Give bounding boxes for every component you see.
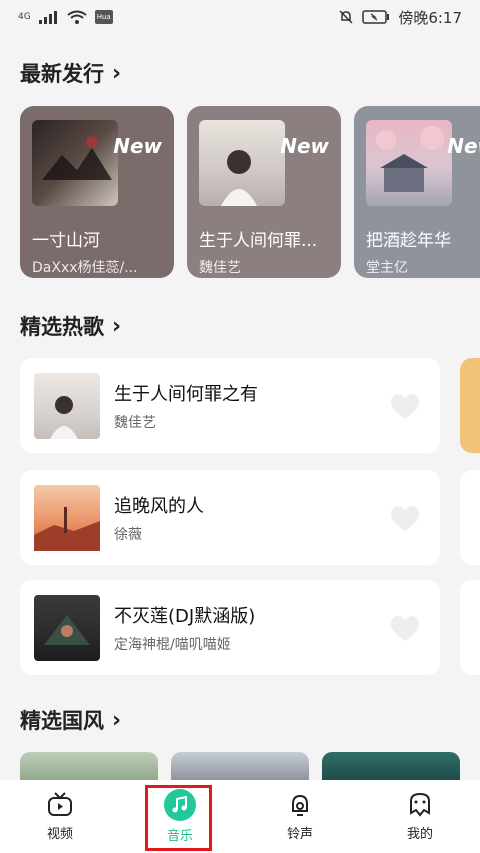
chevron-right-icon: › xyxy=(112,707,122,733)
brand-badge-text: Hua xyxy=(96,13,111,21)
tv-icon xyxy=(48,792,72,816)
heart-icon[interactable] xyxy=(388,391,422,421)
song-singer: 定海神棍/喵叽喵姬 xyxy=(114,636,231,653)
hot-songs-title: 精选热歌 xyxy=(20,315,104,339)
chevron-right-icon: › xyxy=(112,313,122,339)
release-card[interactable]: New 一寸山河 DaXxx杨佳蕊/... xyxy=(20,106,174,278)
song-meta: 生于人间何罪之有 魏佳艺 xyxy=(114,380,258,432)
song-meta: 追晚风的人 徐薇 xyxy=(114,492,204,544)
status-bar: 4G Hua 傍晚6:17 xyxy=(0,0,480,34)
nav-label: 铃声 xyxy=(286,827,313,842)
song-singer: 徐薇 xyxy=(114,526,142,543)
nav-label: 视频 xyxy=(46,827,73,842)
release-card[interactable]: New 把酒趁年华 堂主亿 xyxy=(354,106,480,278)
album-cover xyxy=(199,120,285,206)
guofeng-card[interactable] xyxy=(20,752,158,782)
guofeng-card[interactable] xyxy=(171,752,309,782)
nav-video[interactable]: 视频 xyxy=(15,791,105,842)
release-artist: 魏佳艺 xyxy=(199,260,241,276)
release-artist: 堂主亿 xyxy=(366,260,408,276)
nav-profile[interactable]: 我的 xyxy=(375,791,465,842)
nav-ringtone[interactable]: 铃声 xyxy=(255,791,345,842)
new-badge: New xyxy=(447,134,480,158)
release-title: 一寸山河 xyxy=(32,231,100,251)
mute-bell-icon xyxy=(339,10,353,24)
release-carousel[interactable]: New 一寸山河 DaXxx杨佳蕊/... New 生于人间何罪... 魏佳艺 … xyxy=(20,106,480,278)
brand-badge: Hua xyxy=(94,10,113,24)
song-name: 追晚风的人 xyxy=(114,495,204,517)
hot-songs-heading[interactable]: 精选热歌 › xyxy=(20,311,121,341)
release-artist: DaXxx杨佳蕊/... xyxy=(32,260,138,276)
song-meta: 不灭莲(DJ默涵版) 定海神棍/喵叽喵姬 xyxy=(114,602,255,654)
status-left: 4G Hua xyxy=(18,10,113,24)
song-name: 不灭莲(DJ默涵版) xyxy=(114,605,256,627)
next-card-peek xyxy=(460,580,480,675)
guofeng-carousel[interactable] xyxy=(20,752,480,782)
new-badge: New xyxy=(280,134,329,158)
status-time: 傍晚6:17 xyxy=(398,8,462,27)
nav-label: 我的 xyxy=(406,827,433,842)
signal-icon xyxy=(38,11,57,24)
nav-music[interactable]: 音乐 xyxy=(135,789,225,844)
music-note-icon xyxy=(164,789,196,821)
chevron-right-icon: › xyxy=(112,60,122,86)
song-card[interactable]: 生于人间何罪之有 魏佳艺 xyxy=(20,358,440,453)
song-thumbnail xyxy=(34,484,100,551)
album-cover xyxy=(366,120,452,206)
guofeng-heading[interactable]: 精选国风 › xyxy=(20,705,121,735)
nav-label: 音乐 xyxy=(166,829,193,844)
song-card[interactable]: 追晚风的人 徐薇 xyxy=(20,470,440,565)
face-icon xyxy=(410,792,430,817)
release-card[interactable]: New 生于人间何罪... 魏佳艺 xyxy=(187,106,341,278)
new-badge: New xyxy=(113,134,162,158)
song-name: 生于人间何罪之有 xyxy=(114,383,258,405)
release-title: 生于人间何罪... xyxy=(199,231,318,251)
battery-icon xyxy=(362,10,390,24)
new-releases-title: 最新发行 xyxy=(20,62,104,86)
next-card-peek xyxy=(460,358,480,453)
status-right: 傍晚6:17 xyxy=(338,7,462,28)
song-singer: 魏佳艺 xyxy=(114,414,156,431)
heart-icon[interactable] xyxy=(388,613,422,643)
wifi-icon xyxy=(67,10,87,24)
guofeng-title: 精选国风 xyxy=(20,709,104,733)
new-releases-heading[interactable]: 最新发行 › xyxy=(20,58,121,88)
guofeng-card[interactable] xyxy=(322,752,460,782)
song-card[interactable]: 不灭莲(DJ默涵版) 定海神棍/喵叽喵姬 xyxy=(20,580,440,675)
network-type: 4G xyxy=(18,12,31,22)
song-thumbnail xyxy=(34,594,100,661)
bottom-nav: 视频 音乐 铃声 我的 xyxy=(0,780,480,853)
album-cover xyxy=(32,120,118,206)
heart-icon[interactable] xyxy=(388,503,422,533)
release-title: 把酒趁年华 xyxy=(366,231,451,251)
song-thumbnail xyxy=(34,372,100,439)
bell-icon xyxy=(292,794,308,816)
next-card-peek xyxy=(460,470,480,565)
